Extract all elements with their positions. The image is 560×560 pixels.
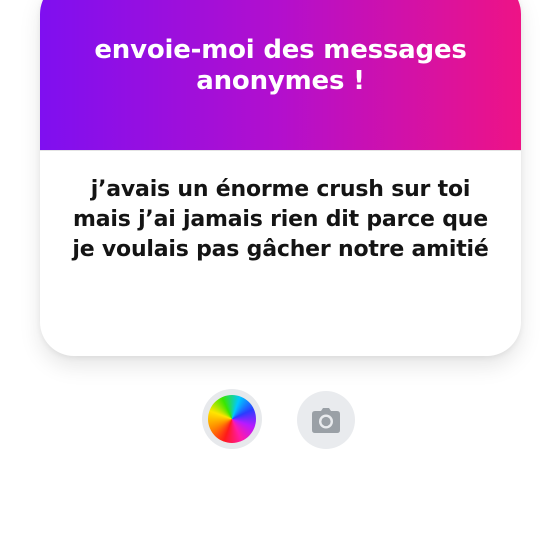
rainbow-color-wheel-icon <box>208 395 256 443</box>
color-picker-button[interactable] <box>202 389 262 449</box>
card-header: envoie-moi des messages anonymes ! <box>40 0 521 150</box>
anonymous-message-text: j’avais un énorme crush sur toi mais j’a… <box>72 177 489 262</box>
camera-button[interactable] <box>297 391 355 449</box>
story-editor-screen: envoie-moi des messages anonymes ! j’ava… <box>0 0 560 560</box>
camera-icon <box>312 408 340 433</box>
anonymous-message-card: envoie-moi des messages anonymes ! j’ava… <box>40 0 521 356</box>
card-title: envoie-moi des messages anonymes ! <box>94 35 467 96</box>
card-divider <box>40 150 521 151</box>
